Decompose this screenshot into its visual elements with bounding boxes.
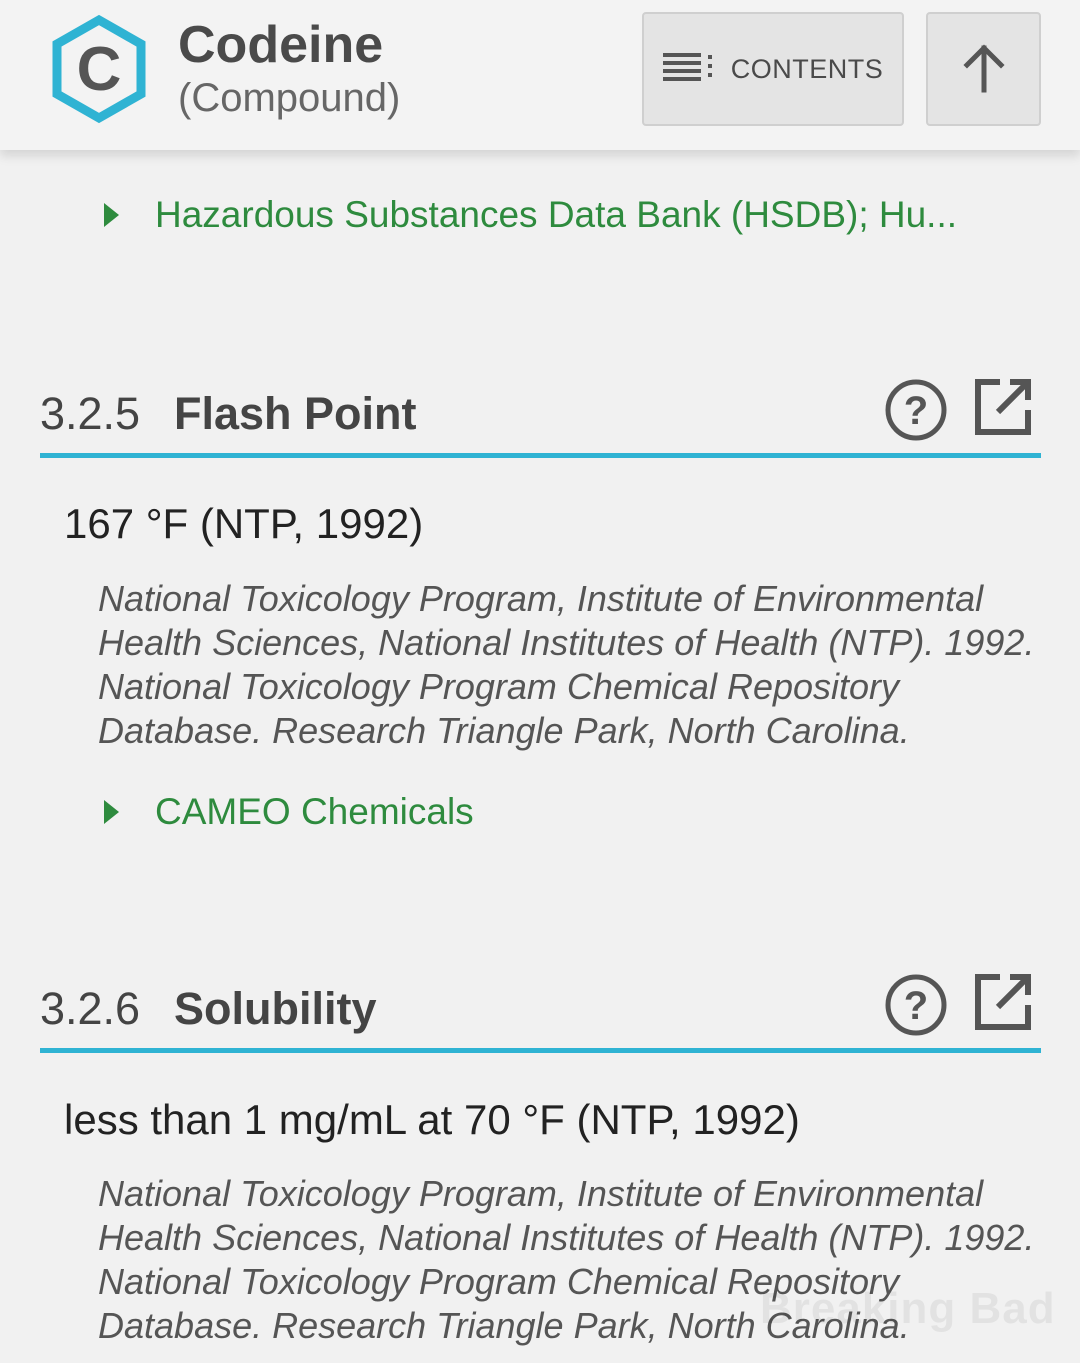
page: C Codeine (Compound) CONTENTS Hazardous … xyxy=(0,0,1080,1363)
hsdb-link-label: Hazardous Substances Data Bank (HSDB); H… xyxy=(155,194,958,235)
flash-point-value: 167 °F (NTP, 1992) xyxy=(64,500,424,547)
top-bar: C Codeine (Compound) CONTENTS xyxy=(0,0,1080,150)
logo-letter: C xyxy=(77,35,122,104)
section-flash-point-header: 3.2.5 Flash Point ? xyxy=(40,378,1041,458)
section-number: 3.2.5 xyxy=(40,388,141,439)
scroll-top-button[interactable] xyxy=(926,12,1041,126)
svg-text:?: ? xyxy=(904,984,928,1028)
contents-button[interactable]: CONTENTS xyxy=(642,12,904,126)
arrow-up-icon xyxy=(962,44,1005,93)
compound-logo-icon: C xyxy=(50,14,148,124)
compound-type: (Compound) xyxy=(178,76,401,120)
title-block: Codeine (Compound) xyxy=(178,16,400,122)
hsdb-source-link[interactable]: Hazardous Substances Data Bank (HSDB); H… xyxy=(104,194,957,236)
help-icon[interactable]: ? xyxy=(884,973,948,1037)
help-icon[interactable]: ? xyxy=(884,378,948,442)
section-number: 3.2.6 xyxy=(40,983,141,1034)
cameo-source-link[interactable]: CAMEO Chemicals xyxy=(104,791,474,833)
section-divider xyxy=(40,453,1041,458)
cameo-link-label: CAMEO Chemicals xyxy=(155,791,474,832)
contents-label: CONTENTS xyxy=(730,53,884,84)
compound-title: Codeine xyxy=(178,16,384,74)
svg-text:?: ? xyxy=(904,389,928,433)
expand-caret-icon xyxy=(104,800,119,824)
section-solubility-header: 3.2.6 Solubility ? xyxy=(40,973,1041,1053)
watermark: Breaking Bad xyxy=(760,1284,1056,1333)
flash-point-citation: National Toxicology Program, Institute o… xyxy=(98,578,1035,751)
expand-caret-icon xyxy=(104,203,119,227)
open-external-icon[interactable] xyxy=(974,973,1032,1031)
solubility-value: less than 1 mg/mL at 70 °F (NTP, 1992) xyxy=(64,1096,800,1143)
menu-list-icon xyxy=(662,52,715,87)
section-divider xyxy=(40,1048,1041,1053)
section-title: Solubility xyxy=(174,983,377,1034)
open-external-icon[interactable] xyxy=(974,378,1032,436)
section-title: Flash Point xyxy=(174,388,417,439)
